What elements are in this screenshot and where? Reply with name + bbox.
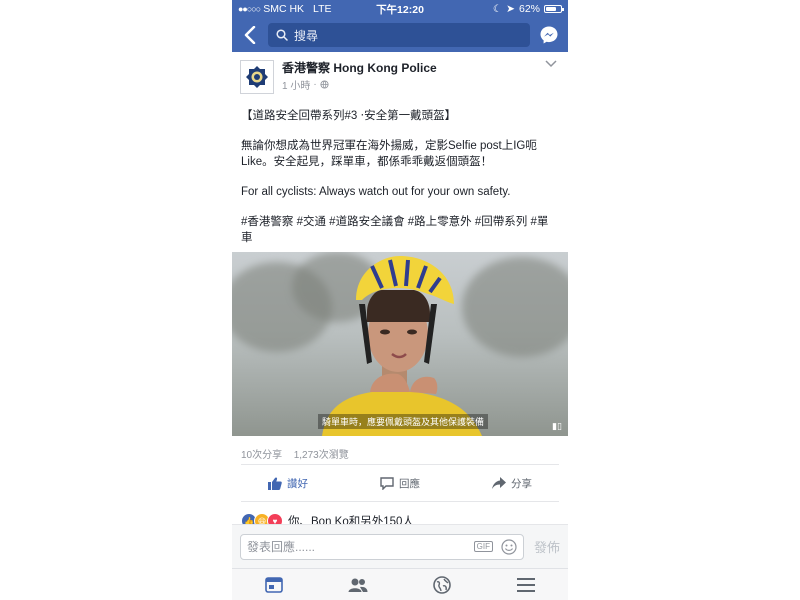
- post-actions: 讚好 回應 分享: [232, 465, 568, 501]
- post-author[interactable]: 香港警察 Hong Kong Police: [282, 60, 542, 76]
- post-paragraph: 無論你想成為世界冠軍在海外揚威，定影Selfie post上IG呃Like。安全…: [241, 140, 537, 168]
- chevron-left-icon: [244, 26, 256, 44]
- post-title: 【道路安全回帶系列#3 ‧安全第一戴頭盔】: [241, 110, 457, 122]
- status-bar: ●●○○○ SMC HK LTE 下午12:20 ☾ ➤ 62%: [232, 0, 568, 18]
- tab-friends[interactable]: [316, 569, 400, 600]
- emoji-icon[interactable]: [501, 538, 517, 555]
- like-label: 讚好: [287, 477, 308, 490]
- globe-icon: [320, 80, 329, 89]
- carrier-label: SMC HK: [263, 3, 305, 15]
- phone-screen: ●●○○○ SMC HK LTE 下午12:20 ☾ ➤ 62% 搜尋 香港警察…: [232, 0, 568, 600]
- menu-icon: [517, 578, 535, 592]
- moon-icon: ☾: [492, 3, 503, 15]
- tab-notifications[interactable]: [400, 569, 484, 600]
- tab-news-feed[interactable]: [232, 569, 316, 600]
- share-label: 分享: [511, 477, 532, 490]
- post-body: 【道路安全回帶系列#3 ‧安全第一戴頭盔】 無論你想成為世界冠軍在海外揚威，定影…: [232, 100, 568, 246]
- bottom-tab-bar: [232, 568, 568, 600]
- cyclist-video-frame: [322, 256, 482, 436]
- post-timestamp[interactable]: 1 小時: [282, 77, 310, 92]
- post-stats: 10次分享 1,273次瀏覽: [232, 436, 568, 464]
- comment-button[interactable]: 回應: [344, 476, 456, 491]
- signal-icon: ●●○○○: [238, 4, 261, 14]
- comment-label: 回應: [399, 477, 420, 490]
- gif-button[interactable]: GIF: [473, 541, 493, 552]
- share-count[interactable]: 10次分享: [241, 450, 282, 461]
- comment-input[interactable]: 發表回應...... GIF: [240, 533, 524, 560]
- back-button[interactable]: [238, 20, 262, 50]
- globe-icon: [433, 576, 451, 594]
- post-hashtags[interactable]: #香港警察 #交通 #道路安全議會 #路上零意外 #回帶系列 #單車: [241, 214, 559, 246]
- battery-icon: [544, 5, 564, 13]
- battery-label: 62%: [518, 3, 540, 15]
- like-button[interactable]: 讚好: [232, 476, 344, 491]
- post-comment-button[interactable]: 發佈: [534, 537, 560, 556]
- search-icon: [276, 29, 288, 41]
- navigation-bar: 搜尋: [232, 18, 568, 52]
- view-count: 1,273次瀏覽: [293, 450, 349, 461]
- tab-menu[interactable]: [484, 569, 568, 600]
- comment-placeholder: 發表回應......: [247, 540, 316, 554]
- dot-separator: ·: [313, 79, 317, 90]
- share-arrow-icon: [492, 477, 506, 489]
- post-options-button[interactable]: [542, 60, 560, 76]
- thumbs-up-icon: [268, 477, 282, 490]
- network-label: LTE: [313, 3, 332, 15]
- messenger-button[interactable]: [536, 20, 562, 50]
- messenger-icon: [540, 26, 558, 44]
- news-feed-icon: [265, 577, 283, 593]
- page-avatar[interactable]: [240, 60, 274, 94]
- post-paragraph-english: For all cyclists: Always watch out for y…: [241, 186, 511, 198]
- comment-composer: 發表回應...... GIF 發佈: [232, 524, 568, 568]
- post-header: 香港警察 Hong Kong Police 1 小時 ·: [232, 52, 568, 100]
- share-button[interactable]: 分享: [456, 476, 568, 491]
- comment-icon: [380, 476, 394, 490]
- police-badge-icon: [246, 66, 268, 88]
- video-player[interactable]: 騎單車時，應要佩戴頭盔及其他保護裝備 ▮▯: [232, 252, 568, 436]
- location-icon: ➤: [506, 3, 515, 15]
- chevron-down-icon: [545, 60, 557, 68]
- search-placeholder: 搜尋: [294, 28, 319, 43]
- volume-icon[interactable]: ▮▯: [552, 421, 562, 432]
- video-caption: 騎單車時，應要佩戴頭盔及其他保護裝備: [318, 414, 489, 429]
- search-input[interactable]: 搜尋: [268, 23, 530, 47]
- friends-icon: [348, 578, 368, 592]
